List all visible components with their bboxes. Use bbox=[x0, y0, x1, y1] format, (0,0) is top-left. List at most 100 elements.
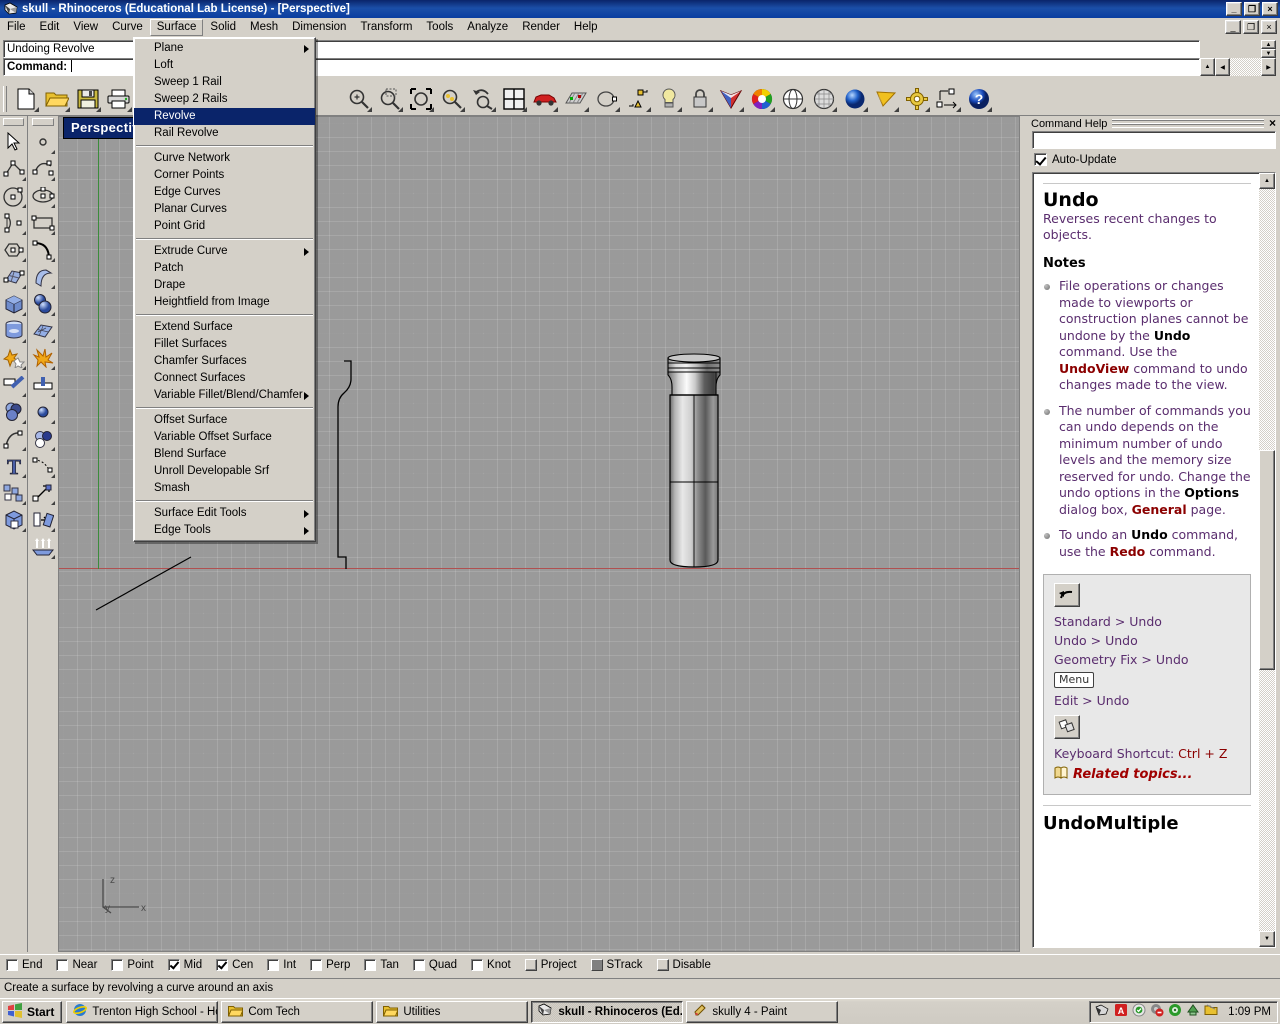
trim-icon[interactable] bbox=[1, 372, 27, 398]
text-tool-icon[interactable]: T bbox=[1, 453, 27, 479]
green-disc-icon[interactable] bbox=[1168, 1003, 1182, 1020]
color-wheel-icon[interactable] bbox=[747, 85, 776, 113]
osnap-strack-checkbox[interactable] bbox=[590, 958, 603, 971]
command-history-scrollbar[interactable]: ▲ ▼ bbox=[1261, 40, 1276, 58]
toolbar-grip[interactable] bbox=[32, 118, 54, 126]
menu-mesh[interactable]: Mesh bbox=[243, 19, 285, 36]
polyline-icon[interactable] bbox=[1, 156, 27, 182]
surface-sweep-icon[interactable] bbox=[30, 264, 56, 290]
mesh-icon[interactable] bbox=[30, 318, 56, 344]
new-file-icon[interactable] bbox=[11, 85, 40, 113]
osnap-quad[interactable]: Quad bbox=[412, 958, 457, 971]
explode-icon[interactable] bbox=[30, 345, 56, 371]
rectangle-icon[interactable] bbox=[30, 210, 56, 236]
osnap-knot-checkbox[interactable] bbox=[471, 958, 484, 971]
zoom-extents-icon[interactable] bbox=[406, 85, 435, 113]
light-bulb-icon[interactable] bbox=[654, 85, 683, 113]
dim-arc-icon[interactable] bbox=[30, 453, 56, 479]
menu-item-chamfer-surfaces[interactable]: Chamfer Surfaces bbox=[134, 353, 315, 370]
osnap-quad-checkbox[interactable] bbox=[412, 958, 425, 971]
arc-icon[interactable] bbox=[1, 210, 27, 236]
menu-item-blend-surface[interactable]: Blend Surface bbox=[134, 446, 315, 463]
help-scroll-track-bottom[interactable] bbox=[1259, 670, 1275, 931]
save-icon[interactable] bbox=[73, 85, 102, 113]
auto-update-row[interactable]: Auto-Update bbox=[1028, 149, 1280, 169]
solid-tools-icon[interactable] bbox=[1, 507, 27, 533]
menu-transform[interactable]: Transform bbox=[353, 19, 419, 36]
menu-item-variable-fillet-blend-chamfer[interactable]: Variable Fillet/Blend/Chamfer bbox=[134, 387, 315, 404]
menu-edit[interactable]: Edit bbox=[33, 19, 67, 36]
restore-button[interactable]: ❐ bbox=[1244, 2, 1260, 16]
rendered-sphere-icon[interactable] bbox=[840, 85, 869, 113]
dot-icon[interactable] bbox=[30, 399, 56, 425]
mdi-minimize-button[interactable]: _ bbox=[1225, 20, 1241, 34]
menu-item-point-grid[interactable]: Point Grid bbox=[134, 218, 315, 235]
menu-dimension[interactable]: Dimension bbox=[285, 19, 353, 36]
menu-item-curve-network[interactable]: Curve Network bbox=[134, 150, 315, 167]
mdi-close-button[interactable]: × bbox=[1261, 20, 1277, 34]
toolbar-grip[interactable] bbox=[3, 85, 7, 112]
menu-item-unroll-developable-srf[interactable]: Unroll Developable Srf bbox=[134, 463, 315, 480]
box-icon[interactable] bbox=[1, 291, 27, 317]
menu-item-loft[interactable]: Loft bbox=[134, 57, 315, 74]
menu-help[interactable]: Help bbox=[567, 19, 605, 36]
audio-mute-icon[interactable] bbox=[1150, 1003, 1164, 1020]
menu-item-corner-points[interactable]: Corner Points bbox=[134, 167, 315, 184]
osnap-knot[interactable]: Knot bbox=[471, 958, 511, 971]
zoom-selected-icon[interactable] bbox=[437, 85, 466, 113]
help-panel-close-icon[interactable]: × bbox=[1269, 117, 1276, 129]
scroll-up-button[interactable]: ▲ bbox=[1261, 40, 1276, 49]
ghosted-sphere-icon[interactable] bbox=[809, 85, 838, 113]
grid-snap-icon[interactable] bbox=[561, 85, 590, 113]
ellipse-icon[interactable] bbox=[30, 183, 56, 209]
hscroll-up-button[interactable]: ▲ bbox=[1200, 58, 1215, 76]
help-scroll-track-top[interactable] bbox=[1259, 189, 1275, 450]
help-scroll-down-button[interactable]: ▼ bbox=[1259, 931, 1275, 947]
polygon-icon[interactable] bbox=[1, 237, 27, 263]
menu-item-surface-edit-tools[interactable]: Surface Edit Tools bbox=[134, 505, 315, 522]
layer-icon[interactable] bbox=[623, 85, 652, 113]
menu-curve[interactable]: Curve bbox=[105, 19, 150, 36]
menu-solid[interactable]: Solid bbox=[203, 19, 243, 36]
zoom-in-out-icon[interactable] bbox=[344, 85, 373, 113]
osnap-int-checkbox[interactable] bbox=[267, 958, 280, 971]
scroll-down-button[interactable]: ▼ bbox=[1261, 49, 1276, 58]
menu-item-planar-curves[interactable]: Planar Curves bbox=[134, 201, 315, 218]
osnap-perp-checkbox[interactable] bbox=[310, 958, 323, 971]
taskbar-clock[interactable]: 1:09 PM bbox=[1228, 1006, 1271, 1018]
minimize-button[interactable]: _ bbox=[1226, 2, 1242, 16]
menu-view[interactable]: View bbox=[66, 19, 105, 36]
menu-item-extrude-curve[interactable]: Extrude Curve bbox=[134, 243, 315, 260]
menu-item-drape[interactable]: Drape bbox=[134, 277, 315, 294]
taskbar-item-com-tech[interactable]: Com Tech bbox=[221, 1000, 374, 1023]
taskbar-item-rhinoceros[interactable]: skull - Rhinoceros (Ed... bbox=[531, 1000, 684, 1023]
osnap-tan-checkbox[interactable] bbox=[364, 958, 377, 971]
wireframe-sphere-icon[interactable] bbox=[778, 85, 807, 113]
menu-surface[interactable]: Surface bbox=[149, 18, 204, 36]
auto-update-checkbox[interactable] bbox=[1034, 153, 1047, 166]
taskbar-item-paint[interactable]: skully 4 - Paint bbox=[686, 1000, 839, 1023]
point-icon[interactable] bbox=[30, 129, 56, 155]
array-icon[interactable] bbox=[30, 534, 56, 560]
help-scrollbar[interactable]: ▲ ▼ bbox=[1259, 173, 1275, 947]
curve-control-points-icon[interactable] bbox=[30, 156, 56, 182]
osnap-project-checkbox[interactable] bbox=[524, 958, 537, 971]
sphere-pair-icon[interactable] bbox=[30, 291, 56, 317]
osnap-icon[interactable] bbox=[592, 85, 621, 113]
acrobat-tray-icon[interactable]: A bbox=[1114, 1003, 1128, 1020]
surface-dropdown-menu[interactable]: Plane Loft Sweep 1 Rail Sweep 2 Rails Re… bbox=[133, 37, 316, 542]
curve-edit-icon[interactable] bbox=[1, 426, 27, 452]
toolbar-grip[interactable] bbox=[3, 118, 24, 126]
menu-item-heightfield-from-image[interactable]: Heightfield from Image bbox=[134, 294, 315, 311]
curve-blend-icon[interactable] bbox=[30, 237, 56, 263]
menu-item-offset-surface[interactable]: Offset Surface bbox=[134, 412, 315, 429]
start-button[interactable]: Start bbox=[2, 1000, 63, 1023]
folder-tray-icon[interactable] bbox=[1204, 1003, 1218, 1020]
cylinder-icon[interactable] bbox=[1, 318, 27, 344]
menu-item-sweep-2-rails[interactable]: Sweep 2 Rails bbox=[134, 91, 315, 108]
osnap-disable[interactable]: Disable bbox=[656, 958, 711, 971]
osnap-end[interactable]: End bbox=[6, 958, 42, 971]
osnap-mid[interactable]: Mid bbox=[167, 958, 202, 971]
osnap-point-checkbox[interactable] bbox=[111, 958, 124, 971]
mdi-restore-button[interactable]: ❐ bbox=[1243, 20, 1259, 34]
